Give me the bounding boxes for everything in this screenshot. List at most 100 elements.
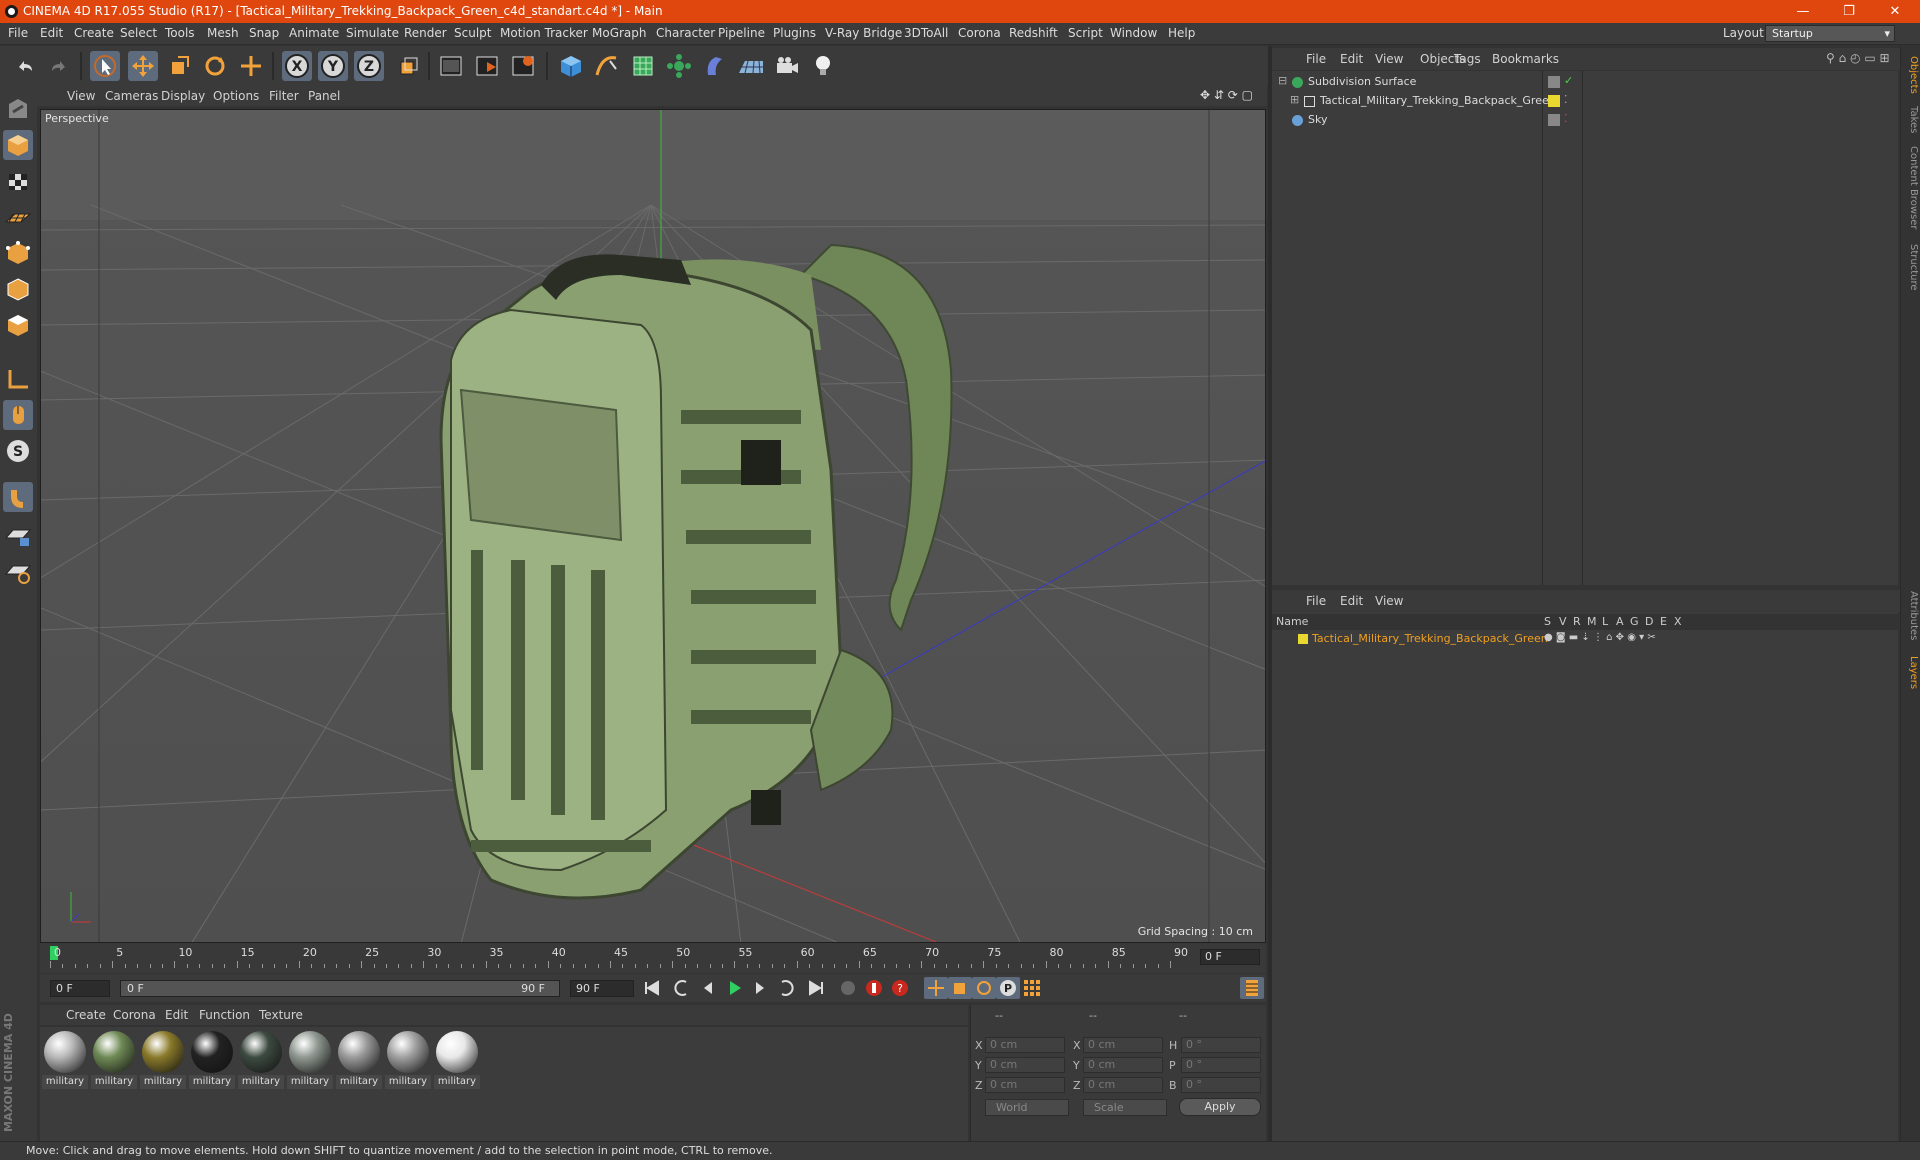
key-rotation-icon[interactable] xyxy=(972,977,996,999)
menu-character[interactable]: Character xyxy=(656,26,715,40)
tab-objects[interactable]: Objects xyxy=(1903,56,1919,94)
object-row[interactable]: ⊞ Tactical_Military_Trekking_Backpack_Gr… xyxy=(1272,93,1898,111)
record-keys-icon[interactable] xyxy=(862,977,886,999)
layer-color-swatch[interactable] xyxy=(1548,95,1560,107)
layer-flag-icons[interactable]: ● ◙ ▬ ⇣ ⋮ ⌂ ✥ ◉ ▾ ✂ xyxy=(1544,632,1656,643)
previous-frame-icon[interactable] xyxy=(696,977,720,999)
menu-corona[interactable]: Corona xyxy=(958,26,1001,40)
material-swatch[interactable]: military xyxy=(189,1029,235,1091)
end-frame-field[interactable]: 90 F xyxy=(570,980,634,997)
tab-layers[interactable]: Layers xyxy=(1903,656,1919,689)
material-swatch[interactable]: military xyxy=(140,1029,186,1091)
tweak-mode-icon[interactable] xyxy=(3,400,33,430)
key-parameter-icon[interactable]: P xyxy=(996,977,1020,999)
layer-row[interactable]: Tactical_Military_Trekking_Backpack_Gree… xyxy=(1272,631,1898,647)
go-to-start-icon[interactable] xyxy=(640,977,664,999)
tab-attributes[interactable]: Attributes xyxy=(1903,591,1919,640)
key-scale-icon[interactable] xyxy=(948,977,972,999)
layer-tag-icon[interactable] xyxy=(1548,76,1560,88)
model-mode-icon[interactable] xyxy=(3,130,33,160)
make-editable-icon[interactable] xyxy=(3,94,33,124)
world-coordinates-icon[interactable] xyxy=(392,51,422,81)
z-axis-icon[interactable]: Z xyxy=(354,51,384,81)
material-menu-edit[interactable]: Edit xyxy=(165,1008,188,1022)
cube-icon[interactable] xyxy=(556,51,586,81)
menu-pipeline[interactable]: Pipeline xyxy=(718,26,765,40)
array-icon[interactable] xyxy=(664,51,694,81)
menu-motion-tracker[interactable]: Motion Tracker xyxy=(500,26,588,40)
position-x-field[interactable]: 0 cm xyxy=(985,1037,1065,1053)
menu-animate[interactable]: Animate xyxy=(289,26,339,40)
play-icon[interactable] xyxy=(722,977,746,999)
position-y-field[interactable]: 0 cm xyxy=(985,1057,1065,1073)
material-menu-corona[interactable]: Corona xyxy=(113,1008,156,1022)
current-frame-field[interactable]: 0 F xyxy=(1200,949,1260,965)
snap-icon[interactable]: S xyxy=(3,436,33,466)
menu-window[interactable]: Window xyxy=(1110,26,1157,40)
rotation-b-field[interactable]: 0 ° xyxy=(1181,1077,1261,1093)
next-key-icon[interactable] xyxy=(774,977,798,999)
layer-menu-view[interactable]: View xyxy=(1375,594,1403,608)
layer-tag-icon[interactable] xyxy=(1548,114,1560,126)
render-view-icon[interactable] xyxy=(436,51,466,81)
menu-select[interactable]: Select xyxy=(120,26,157,40)
pen-spline-icon[interactable] xyxy=(592,51,622,81)
render-picture-viewer-icon[interactable] xyxy=(472,51,502,81)
rotate-icon[interactable] xyxy=(200,51,230,81)
material-swatch[interactable]: military xyxy=(91,1029,137,1091)
menu-mesh[interactable]: Mesh xyxy=(207,26,239,40)
x-axis-icon[interactable]: X xyxy=(282,51,312,81)
layer-col-d[interactable]: D xyxy=(1645,615,1653,628)
move-icon[interactable] xyxy=(128,51,158,81)
menu-help[interactable]: Help xyxy=(1168,26,1195,40)
layer-menu-edit[interactable]: Edit xyxy=(1340,594,1363,608)
expand-icon[interactable]: ⊞ xyxy=(1290,93,1299,106)
frame-ruler[interactable]: 0 5 10 15 20 25 30 35 40 45 50 55 60 65 70 75 80 85 90 xyxy=(50,946,1190,968)
collapse-icon[interactable]: ⊟ xyxy=(1278,74,1287,87)
layer-col-g[interactable]: G xyxy=(1630,615,1639,628)
subdivision-surface-icon[interactable] xyxy=(628,51,658,81)
object-menu-bookmarks[interactable]: Bookmarks xyxy=(1492,52,1559,66)
planar-workplane-icon[interactable] xyxy=(3,556,33,586)
menu-tools[interactable]: Tools xyxy=(165,26,195,40)
go-to-end-icon[interactable] xyxy=(804,977,828,999)
object-menu-file[interactable]: File xyxy=(1306,52,1326,66)
next-frame-icon[interactable] xyxy=(748,977,772,999)
menu-script[interactable]: Script xyxy=(1068,26,1103,40)
apply-button[interactable]: Apply xyxy=(1179,1098,1261,1116)
backpack-model[interactable] xyxy=(439,243,953,900)
autokey-icon[interactable]: ? xyxy=(888,977,912,999)
layer-col-x[interactable]: X xyxy=(1674,615,1682,628)
texture-mode-icon[interactable] xyxy=(3,166,33,196)
size-y-field[interactable]: 0 cm xyxy=(1083,1057,1163,1073)
menu-create[interactable]: Create xyxy=(74,26,114,40)
layer-col-e[interactable]: E xyxy=(1660,615,1667,628)
restore-button[interactable]: ❐ xyxy=(1826,0,1872,23)
material-swatch[interactable]: military xyxy=(385,1029,431,1091)
menu-render[interactable]: Render xyxy=(404,26,447,40)
key-position-icon[interactable] xyxy=(924,977,948,999)
material-swatch[interactable]: military xyxy=(42,1029,88,1091)
object-menu-view[interactable]: View xyxy=(1375,52,1403,66)
preview-range-slider[interactable]: 0 F 90 F xyxy=(120,980,560,997)
viewport-menu-cameras[interactable]: Cameras xyxy=(105,89,158,103)
menu-redshift[interactable]: Redshift xyxy=(1009,26,1058,40)
layer-menu-file[interactable]: File xyxy=(1306,594,1326,608)
coordinate-system-dropdown[interactable]: World xyxy=(985,1099,1069,1116)
object-manager-tools-icons[interactable]: ⚲ ⌂ ◴ ▭ ⊞ xyxy=(1826,51,1890,65)
material-menu-texture[interactable]: Texture xyxy=(259,1008,303,1022)
object-menu-edit[interactable]: Edit xyxy=(1340,52,1363,66)
layer-col-r[interactable]: R xyxy=(1573,615,1581,628)
menu-edit[interactable]: Edit xyxy=(40,26,63,40)
menu-vray-bridge[interactable]: V-Ray Bridge xyxy=(825,26,902,40)
deformer-icon[interactable] xyxy=(700,51,730,81)
menu-sculpt[interactable]: Sculpt xyxy=(454,26,491,40)
viewport-menu-options[interactable]: Options xyxy=(213,89,259,103)
size-mode-dropdown[interactable]: Scale xyxy=(1083,1099,1167,1116)
visibility-dots-icon[interactable]: ⁚ xyxy=(1564,93,1568,106)
timeline-window-icon[interactable] xyxy=(1240,977,1264,999)
minimize-button[interactable]: — xyxy=(1780,0,1826,23)
enabled-check-icon[interactable]: ✓ xyxy=(1564,74,1573,87)
object-row[interactable]: ⊟ Subdivision Surface ✓ xyxy=(1272,74,1898,92)
tab-content-browser[interactable]: Content Browser xyxy=(1903,146,1919,229)
